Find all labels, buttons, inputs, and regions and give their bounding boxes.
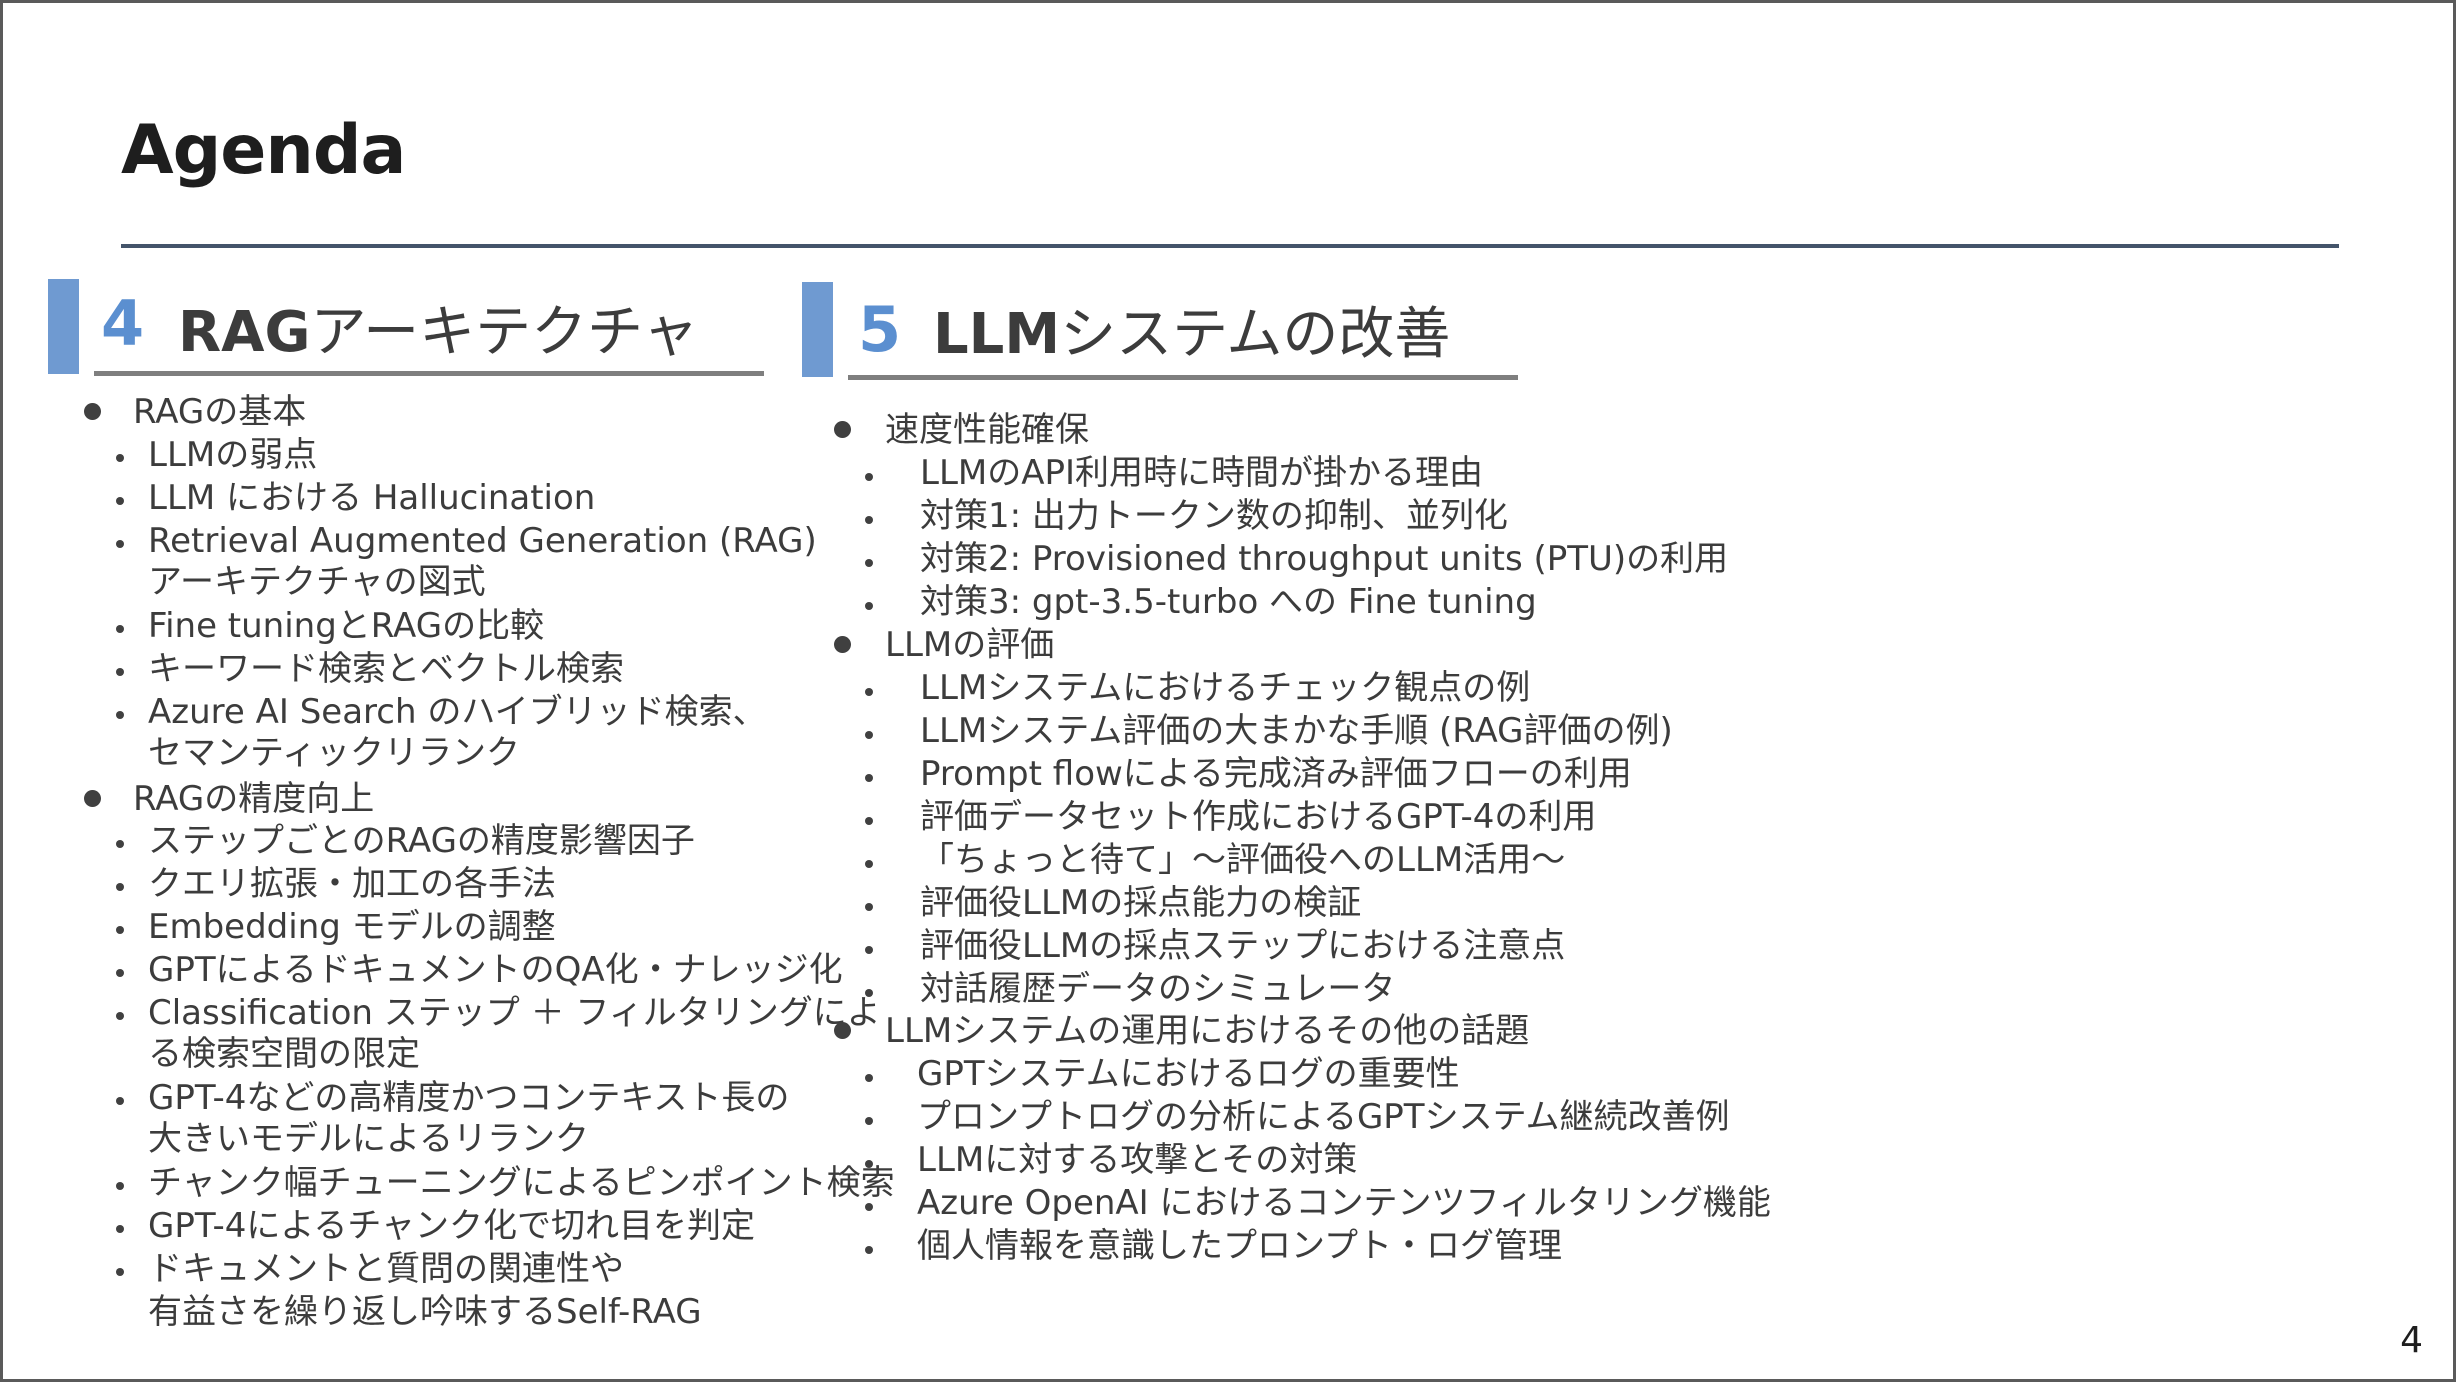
list-item-continuation: 有益さを繰り返し吟味するSelf-RAG — [148, 1292, 702, 1332]
section-5-accent-bar — [802, 282, 833, 377]
list-item: Prompt flowによる完成済み評価フローの利用 — [920, 754, 1632, 794]
bullet-icon — [116, 497, 124, 505]
section-4-group-1-heading: RAGの基本 — [133, 392, 307, 432]
bullet-icon — [84, 790, 101, 807]
bullet-icon — [116, 1225, 124, 1233]
bullet-icon — [865, 1246, 873, 1254]
bullet-icon — [116, 711, 124, 719]
list-item-continuation: る検索空間の限定 — [148, 1034, 420, 1074]
list-item: 対策3: gpt-3.5-turbo への Fine tuning — [920, 582, 1537, 622]
list-item: Azure OpenAI におけるコンテンツフィルタリング機能 — [917, 1183, 1771, 1223]
bullet-icon — [865, 602, 873, 610]
bullet-icon — [116, 1012, 124, 1020]
list-item: Azure AI Search のハイブリッド検索、 — [148, 692, 767, 732]
section-5-title-rest: システムの改善 — [1060, 302, 1451, 367]
page-number: 4 — [2400, 1320, 2423, 1361]
list-item: 対話履歴データのシミュレータ — [920, 969, 1396, 1009]
section-5-number: 5 — [858, 293, 902, 366]
bullet-icon — [865, 1117, 873, 1125]
bullet-icon — [116, 625, 124, 633]
bullet-icon — [865, 817, 873, 825]
bullet-icon — [116, 540, 124, 548]
list-item: クエリ拡張・加工の各手法 — [148, 864, 556, 904]
list-item: 個人情報を意識したプロンプト・ログ管理 — [917, 1226, 1562, 1266]
bullet-icon — [865, 559, 873, 567]
section-5-group-2-heading: LLMの評価 — [885, 625, 1055, 665]
bullet-icon — [116, 969, 124, 977]
bullet-icon — [834, 1022, 851, 1039]
bullet-icon — [865, 473, 873, 481]
list-item: GPTシステムにおけるログの重要性 — [917, 1054, 1460, 1094]
list-item: ドキュメントと質問の関連性や — [148, 1249, 624, 1289]
bullet-icon — [865, 946, 873, 954]
bullet-icon — [116, 926, 124, 934]
bullet-icon — [865, 903, 873, 911]
list-item: Retrieval Augmented Generation (RAG) — [148, 521, 817, 561]
list-item: LLMの弱点 — [148, 435, 318, 475]
list-item-continuation: セマンティックリランク — [148, 733, 520, 773]
title-divider — [121, 244, 2339, 248]
section-4-title-rest: アーキテクチャ — [310, 300, 699, 365]
slide: Agenda 4 RAGアーキテクチャ 5 LLMシステムの改善 RAGの基本 … — [0, 0, 2456, 1382]
section-4-title-bold: RAG — [178, 300, 311, 365]
list-item-continuation: 大きいモデルによるリランク — [148, 1119, 589, 1159]
list-item: LLMのAPI利用時に時間が掛かる理由 — [920, 453, 1484, 493]
list-item: ステップごとのRAGの精度影響因子 — [148, 821, 695, 861]
section-4-number: 4 — [101, 287, 145, 360]
list-item: キーワード検索とベクトル検索 — [148, 649, 624, 689]
list-item: LLMシステム評価の大まかな手順 (RAG評価の例) — [920, 711, 1673, 751]
bullet-icon — [865, 1074, 873, 1082]
section-5-title-bold: LLM — [933, 302, 1061, 367]
bullet-icon — [116, 883, 124, 891]
list-item: Classification ステップ ＋ フィルタリングによ — [148, 993, 881, 1033]
list-item: 対策2: Provisioned throughput units (PTU)の… — [920, 539, 1729, 579]
bullet-icon — [865, 688, 873, 696]
bullet-icon — [865, 731, 873, 739]
bullet-icon — [865, 989, 873, 997]
bullet-icon — [116, 454, 124, 462]
section-4-accent-bar — [48, 279, 79, 374]
bullet-icon — [834, 636, 851, 653]
section-5-underline — [848, 375, 1518, 380]
section-5-group-3-heading: LLMシステムの運用におけるその他の話題 — [885, 1011, 1530, 1051]
bullet-icon — [116, 840, 124, 848]
bullet-icon — [865, 1203, 873, 1211]
list-item: LLMに対する攻撃とその対策 — [917, 1140, 1358, 1180]
bullet-icon — [865, 774, 873, 782]
section-4-underline — [94, 371, 764, 376]
bullet-icon — [116, 1097, 124, 1105]
list-item: Embedding モデルの調整 — [148, 907, 556, 947]
list-item: 「ちょっと待て」〜評価役へのLLM活用〜 — [920, 840, 1566, 880]
bullet-icon — [116, 1182, 124, 1190]
bullet-icon — [865, 860, 873, 868]
list-item: LLMシステムにおけるチェック観点の例 — [920, 668, 1531, 708]
list-item-continuation: アーキテクチャの図式 — [148, 562, 486, 602]
list-item: GPT-4などの高精度かつコンテキスト長の — [148, 1078, 790, 1118]
section-4-group-2-heading: RAGの精度向上 — [133, 779, 375, 819]
bullet-icon — [116, 1268, 124, 1276]
bullet-icon — [865, 516, 873, 524]
section-5-title: LLMシステムの改善 — [933, 289, 1450, 370]
bullet-icon — [834, 421, 851, 438]
section-5-group-1-heading: 速度性能確保 — [885, 410, 1089, 450]
bullet-icon — [116, 668, 124, 676]
list-item: 評価データセット作成におけるGPT-4の利用 — [920, 797, 1597, 837]
list-item: 対策1: 出力トークン数の抑制、並列化 — [920, 496, 1508, 536]
bullet-icon — [84, 403, 101, 420]
list-item: チャンク幅チューニングによるピンポイント検索 — [148, 1163, 895, 1203]
slide-title: Agenda — [121, 111, 406, 190]
list-item: Fine tuningとRAGの比較 — [148, 606, 545, 646]
list-item: GPT-4によるチャンク化で切れ目を判定 — [148, 1206, 756, 1246]
list-item: 評価役LLMの採点ステップにおける注意点 — [920, 926, 1566, 966]
section-4-title: RAGアーキテクチャ — [178, 287, 699, 368]
list-item: プロンプトログの分析によるGPTシステム継続改善例 — [917, 1097, 1730, 1137]
list-item: GPTによるドキュメントのQA化・ナレッジ化 — [148, 950, 843, 990]
bullet-icon — [865, 1160, 873, 1168]
list-item: LLM における Hallucination — [148, 478, 596, 518]
list-item: 評価役LLMの採点能力の検証 — [920, 883, 1362, 923]
